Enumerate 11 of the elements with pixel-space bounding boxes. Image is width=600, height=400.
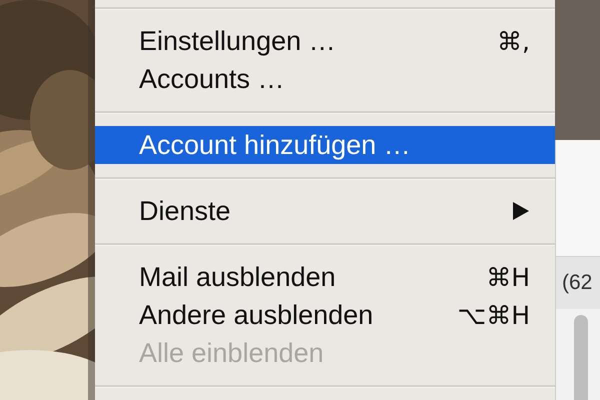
menu-item[interactable]: Account hinzufügen … <box>95 126 555 164</box>
menu-item[interactable]: Einstellungen … ⌘, <box>95 22 555 60</box>
menu-item[interactable]: Dienste <box>95 192 555 230</box>
shortcut-label: ⌘H <box>486 262 530 292</box>
shortcut-label: ⌥⌘H <box>457 300 530 330</box>
menu-item[interactable]: Mail ausblenden ⌘H <box>95 258 555 296</box>
menu-item[interactable]: Accounts … <box>95 60 555 98</box>
menu-item[interactable]: Andere ausblenden ⌥⌘H <box>95 296 555 334</box>
scrollbar[interactable] <box>574 315 588 400</box>
toolbar-text: (62 <box>562 271 592 295</box>
shortcut-label: ⌘, <box>497 26 530 56</box>
